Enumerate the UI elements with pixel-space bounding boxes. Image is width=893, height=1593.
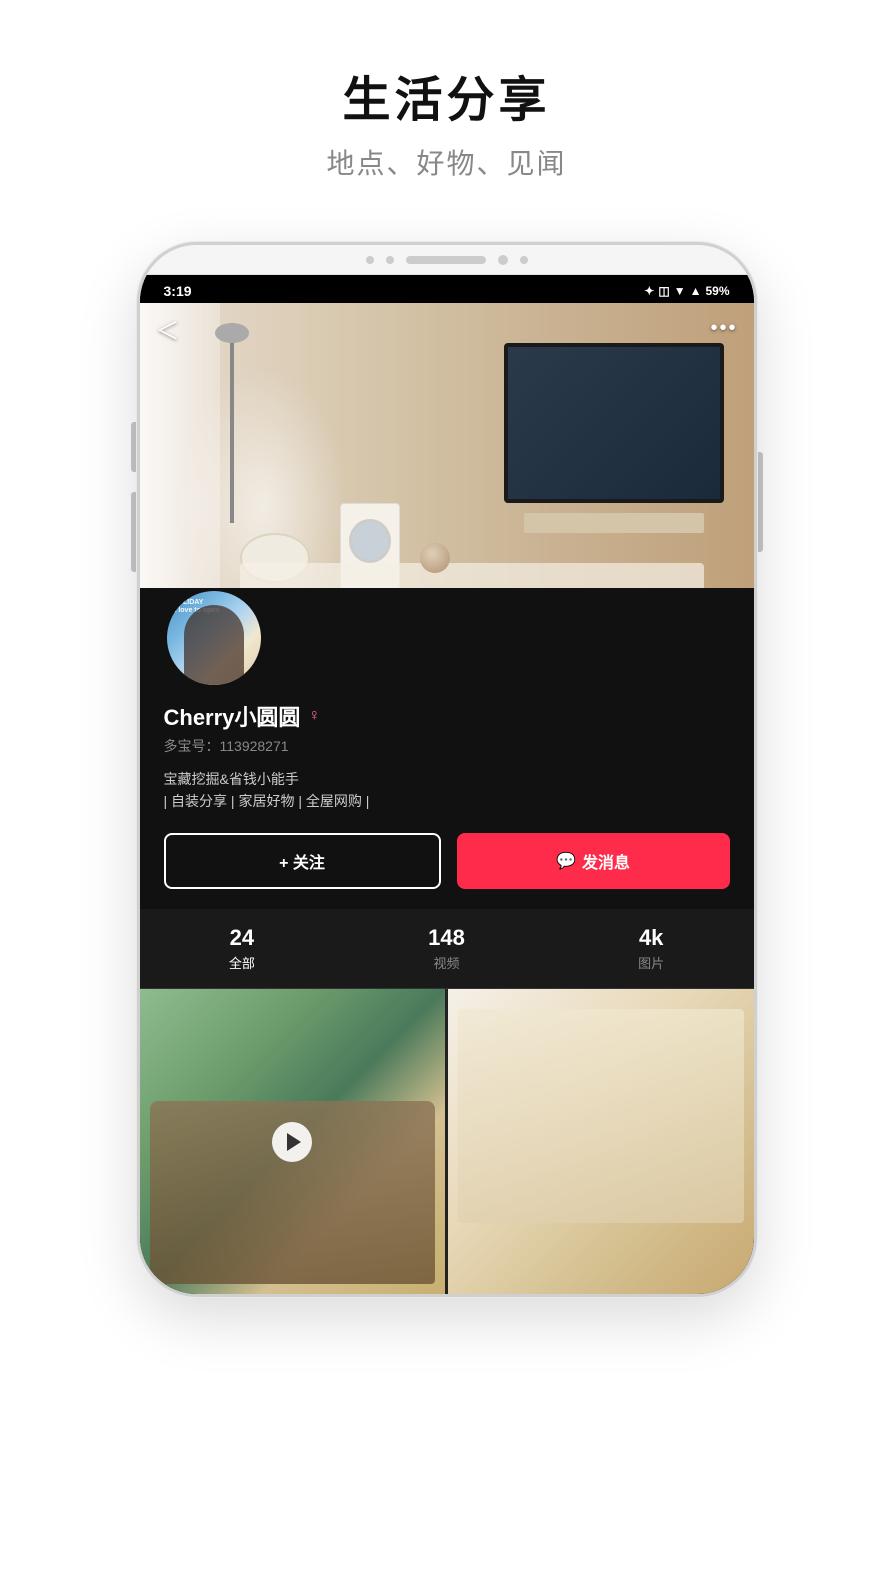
user-name-row: Cherry小圆圆 ♀ xyxy=(164,700,730,732)
page-subtitle: 地点、好物、见闻 xyxy=(326,142,566,182)
page-header: 生活分享 地点、好物、见闻 xyxy=(326,60,566,182)
tv-screen xyxy=(508,347,720,499)
user-id-label: 多宝号： xyxy=(164,738,220,754)
status-bar: 3:19 ✦ ◫ ▼ ▲ 59% xyxy=(140,275,754,303)
avatar-container: HOLIDAYa love to open xyxy=(164,588,730,688)
phone-frame: 3:19 ✦ ◫ ▼ ▲ 59% xyxy=(137,242,757,1297)
message-label: 发消息 xyxy=(582,849,630,873)
phone-dot-1 xyxy=(366,256,374,264)
content-grid xyxy=(140,989,754,1295)
user-id: 多宝号：113928271 xyxy=(164,736,730,756)
grid-item-2[interactable] xyxy=(448,989,754,1295)
play-triangle-icon xyxy=(287,1133,301,1151)
stat-tab-all[interactable]: 24 全部 xyxy=(140,909,345,988)
stat-label-image: 图片 xyxy=(557,953,746,972)
stat-tab-video[interactable]: 148 视频 xyxy=(344,909,549,988)
status-icons: ✦ ◫ ▼ ▲ 59% xyxy=(644,284,729,298)
action-buttons: + 关注 💬 发消息 xyxy=(164,833,730,889)
phone-camera xyxy=(498,255,508,265)
shelf-decoration xyxy=(458,1009,744,1223)
grid-item-1[interactable] xyxy=(140,989,446,1295)
stat-label-all: 全部 xyxy=(148,953,337,972)
avatar: HOLIDAYa love to open xyxy=(164,588,264,688)
signal-icon: ▲ xyxy=(690,284,702,298)
status-time: 3:19 xyxy=(164,283,192,299)
user-bio: 宝藏挖掘&省钱小能手 | 自装分享 | 家居好物 | 全屋网购 | xyxy=(164,768,730,813)
gender-icon: ♀ xyxy=(308,707,320,725)
bio-line-1: 宝藏挖掘&省钱小能手 xyxy=(164,768,730,790)
user-name: Cherry小圆圆 xyxy=(164,700,301,732)
user-id-value: 113928271 xyxy=(220,738,289,754)
more-button[interactable]: ••• xyxy=(710,317,737,340)
tv xyxy=(504,343,724,503)
battery-level: 59% xyxy=(705,284,729,298)
page-title: 生活分享 xyxy=(326,60,566,130)
decorative-ball xyxy=(420,543,450,573)
phone-side-button-right xyxy=(758,452,763,552)
phone-side-button-left2 xyxy=(131,492,136,572)
back-button[interactable]: ＜ xyxy=(156,311,180,346)
washer-window xyxy=(349,519,391,563)
phone-dot-3 xyxy=(520,256,528,264)
stats-tabs: 24 全部 148 视频 4k 图片 xyxy=(140,909,754,989)
stat-label-video: 视频 xyxy=(352,953,541,972)
stat-tab-image[interactable]: 4k 图片 xyxy=(549,909,754,988)
message-icon: 💬 xyxy=(556,851,576,871)
follow-button[interactable]: + 关注 xyxy=(164,833,441,889)
profile-section: HOLIDAYa love to open Cherry小圆圆 ♀ 多宝号：11… xyxy=(140,588,754,909)
message-button[interactable]: 💬 发消息 xyxy=(457,833,730,889)
stat-number-video: 148 xyxy=(352,925,541,951)
stat-number-image: 4k xyxy=(557,925,746,951)
phone-frame-wrapper: 3:19 ✦ ◫ ▼ ▲ 59% xyxy=(137,242,757,1297)
vibrate-icon: ◫ xyxy=(658,284,669,298)
bio-line-2: | 自装分享 | 家居好物 | 全屋网购 | xyxy=(164,790,730,812)
play-button-1[interactable] xyxy=(272,1122,312,1162)
phone-side-button-left1 xyxy=(131,422,136,472)
phone-dot-2 xyxy=(386,256,394,264)
tv-stand xyxy=(524,513,704,533)
bluetooth-icon: ✦ xyxy=(644,284,654,298)
phone-speaker xyxy=(406,256,486,264)
nav-bar: ＜ ••• xyxy=(140,303,754,354)
phone-top-bar xyxy=(140,245,754,275)
stat-number-all: 24 xyxy=(148,925,337,951)
phone-screen: 3:19 ✦ ◫ ▼ ▲ 59% xyxy=(140,275,754,1294)
wifi-icon: ▼ xyxy=(674,284,686,298)
avatar-person-silhouette xyxy=(184,605,244,685)
